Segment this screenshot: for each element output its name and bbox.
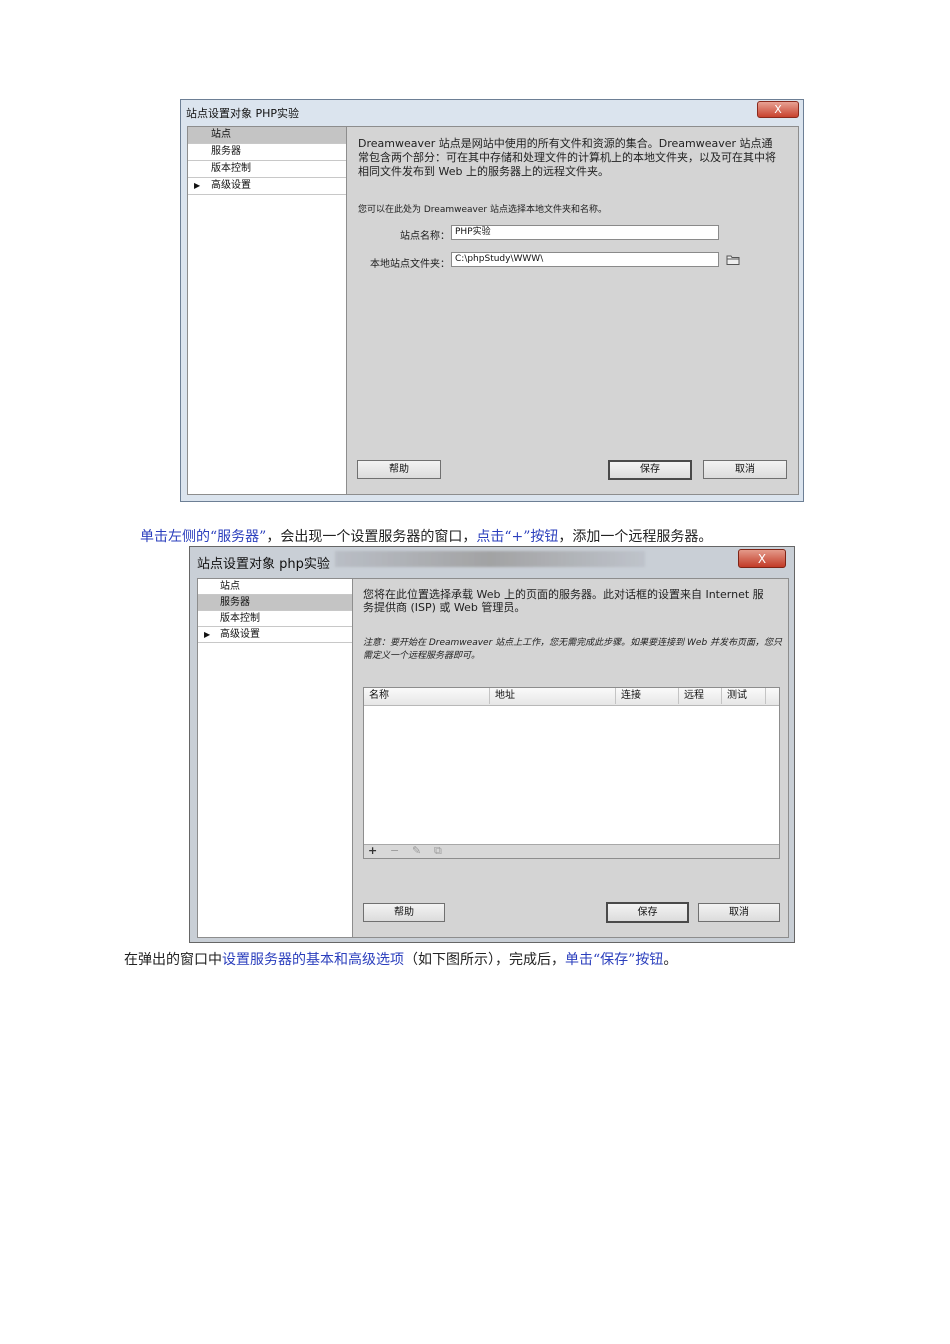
site-name-input[interactable]: PHP实验 — [451, 225, 719, 240]
site-setup-dialog-1: 站点设置对象 PHP实验 X 站点 服务器 版本控制 ▶ 高级设置 Dreamw… — [180, 99, 804, 502]
settings-panel: Dreamweaver 站点是网站中使用的所有文件和资源的集合。Dreamwea… — [347, 126, 799, 495]
expand-arrow-icon: ▶ — [204, 630, 211, 639]
instruction-text: （如下图所示），完成后， — [404, 952, 565, 968]
expand-arrow-icon: ▶ — [194, 181, 201, 190]
sidebar-item-label: 版本控制 — [220, 613, 260, 624]
cancel-button[interactable]: 取消 — [703, 460, 787, 479]
instruction-highlight: 设置服务器的基本和高级选项 — [222, 952, 404, 968]
server-table[interactable]: 名称 地址 连接 远程 测试 + − ✎ ⧉ — [363, 687, 780, 859]
save-button[interactable]: 保存 — [608, 460, 692, 480]
instruction-text: 在弹出的窗口中 — [124, 952, 222, 968]
instruction-text: ，添加一个远程服务器。 — [558, 529, 713, 545]
background-window-ghost — [335, 551, 645, 567]
column-header-test[interactable]: 测试 — [722, 688, 766, 704]
sidebar-item-label: 高级设置 — [211, 180, 251, 191]
site-prompt: 您可以在此处为 Dreamweaver 站点选择本地文件夹和名称。 — [358, 205, 607, 215]
sidebar-item-site[interactable]: 站点 — [198, 579, 352, 595]
sidebar-item-version-control[interactable]: 版本控制 — [198, 611, 352, 627]
server-toolbar: + − ✎ ⧉ — [364, 844, 779, 858]
sidebar-item-label: 服务器 — [211, 146, 241, 157]
sidebar: 站点 服务器 版本控制 ▶ 高级设置 — [187, 126, 347, 495]
site-name-label: 站点名称： — [400, 231, 450, 242]
sidebar-item-label: 高级设置 — [220, 629, 260, 640]
remove-server-icon[interactable]: − — [390, 845, 412, 857]
sidebar-item-label: 版本控制 — [211, 163, 251, 174]
instruction-text: ，会出现一个设置服务器的窗口， — [266, 529, 477, 545]
help-button[interactable]: 帮助 — [357, 460, 441, 479]
servers-note: 注意：要开始在 Dreamweaver 站点上工作，您无需完成此步骤。如果要连接… — [363, 638, 783, 661]
local-folder-label: 本地站点文件夹： — [370, 259, 450, 270]
sidebar-item-advanced-settings[interactable]: ▶ 高级设置 — [198, 627, 352, 643]
instruction-text: 。 — [663, 952, 678, 968]
site-description: Dreamweaver 站点是网站中使用的所有文件和资源的集合。Dreamwea… — [358, 137, 776, 178]
help-button[interactable]: 帮助 — [363, 903, 445, 922]
dialog-title: 站点设置对象 php实验 — [197, 557, 330, 572]
column-header-address[interactable]: 地址 — [490, 688, 616, 704]
sidebar-item-site[interactable]: 站点 — [188, 127, 346, 144]
sidebar-item-advanced-settings[interactable]: ▶ 高级设置 — [188, 178, 346, 195]
sidebar-item-servers[interactable]: 服务器 — [188, 144, 346, 161]
column-header-name[interactable]: 名称 — [364, 688, 490, 704]
column-header-connection[interactable]: 连接 — [616, 688, 679, 704]
add-server-icon[interactable]: + — [368, 845, 390, 857]
table-header: 名称 地址 连接 远程 测试 — [364, 688, 779, 706]
instruction-highlight: 单击左侧的“服务器” — [140, 529, 267, 545]
close-button[interactable]: X — [738, 549, 786, 568]
sidebar-item-label: 站点 — [220, 581, 240, 592]
instruction-line-2: 在弹出的窗口中设置服务器的基本和高级选项（如下图所示），完成后，单击“保存”按钮… — [124, 949, 677, 969]
close-button[interactable]: X — [757, 101, 799, 118]
save-button[interactable]: 保存 — [606, 902, 689, 923]
folder-icon[interactable] — [726, 254, 740, 265]
edit-server-icon[interactable]: ✎ — [412, 845, 434, 857]
duplicate-server-icon[interactable]: ⧉ — [434, 845, 456, 857]
cancel-button[interactable]: 取消 — [698, 903, 780, 922]
sidebar-item-version-control[interactable]: 版本控制 — [188, 161, 346, 178]
site-setup-dialog-2: 站点设置对象 php实验 X 站点 服务器 版本控制 ▶ 高级设置 您将在此位置… — [189, 546, 795, 943]
column-header-remote[interactable]: 远程 — [679, 688, 722, 704]
sidebar: 站点 服务器 版本控制 ▶ 高级设置 — [197, 578, 353, 938]
local-folder-input[interactable]: C:\phpStudy\WWW\ — [451, 252, 719, 267]
sidebar-item-servers[interactable]: 服务器 — [198, 595, 352, 611]
servers-description: 您将在此位置选择承载 Web 上的页面的服务器。此对话框的设置来自 Intern… — [363, 588, 764, 614]
dialog-title: 站点设置对象 PHP实验 — [186, 107, 300, 120]
instruction-highlight: 点击“+”按钮 — [476, 529, 559, 545]
instruction-line-1: 单击左侧的“服务器”，会出现一个设置服务器的窗口，点击“+”按钮，添加一个远程服… — [140, 526, 712, 546]
sidebar-item-label: 服务器 — [220, 597, 250, 608]
instruction-highlight: 单击“保存”按钮 — [565, 952, 664, 968]
servers-panel: 您将在此位置选择承载 Web 上的页面的服务器。此对话框的设置来自 Intern… — [352, 578, 789, 938]
sidebar-item-label: 站点 — [211, 129, 231, 140]
